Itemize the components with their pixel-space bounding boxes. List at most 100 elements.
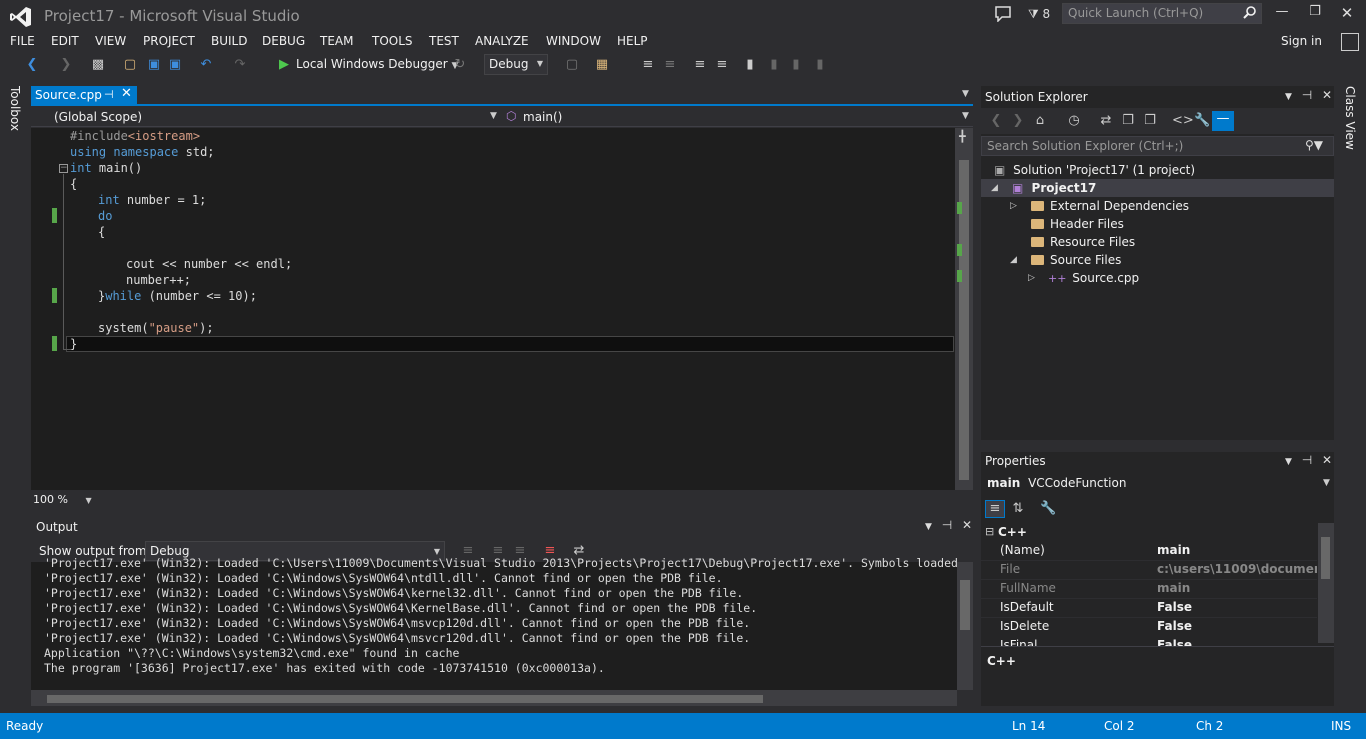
chevron-down-icon[interactable]: ▼: [1323, 478, 1330, 488]
chevron-down-icon[interactable]: ▼: [925, 522, 932, 532]
search-icon[interactable]: [1243, 5, 1257, 19]
prop-value[interactable]: main: [1157, 579, 1317, 598]
close-tab-icon[interactable]: ✕: [121, 86, 132, 101]
bookmark-icon[interactable]: ▮: [742, 57, 758, 73]
view-code-icon[interactable]: <>: [1172, 113, 1194, 129]
scrollbar-thumb[interactable]: [1321, 537, 1330, 579]
clear-bookmarks-icon[interactable]: ▮: [812, 57, 828, 73]
member-dropdown[interactable]: main(): [523, 110, 562, 124]
solution-configuration-select[interactable]: Debug ▼: [484, 54, 548, 75]
scrollbar-thumb[interactable]: [960, 580, 970, 630]
new-project-icon[interactable]: ▩: [90, 57, 106, 73]
chevron-down-icon[interactable]: ▼: [962, 111, 969, 121]
collapsed-arrow-icon[interactable]: ▷: [1028, 273, 1035, 283]
pin-icon[interactable]: ⊣: [1302, 453, 1312, 467]
menu-team[interactable]: TEAM: [320, 34, 353, 48]
chevron-down-icon[interactable]: ▼: [1285, 457, 1292, 467]
search-icon[interactable]: ⚲▼: [1305, 138, 1323, 152]
minimize-button[interactable]: —: [1265, 4, 1299, 26]
collapsed-arrow-icon[interactable]: ▷: [1010, 201, 1017, 211]
solution-explorer-search[interactable]: Search Solution Explorer (Ctrl+;): [981, 136, 1334, 156]
menu-view[interactable]: VIEW: [95, 34, 126, 48]
prop-value[interactable]: False: [1157, 598, 1317, 617]
chevron-down-icon[interactable]: ▼: [1285, 92, 1292, 102]
notification-icon[interactable]: [994, 6, 1012, 22]
navigate-back-icon[interactable]: ❮: [24, 57, 40, 73]
prop-value[interactable]: False: [1157, 617, 1317, 636]
prev-bookmark-icon[interactable]: ▮: [766, 57, 782, 73]
tree-header-files[interactable]: Header Files: [1050, 215, 1124, 233]
back-icon[interactable]: ❮: [988, 113, 1004, 129]
properties-wrench-icon[interactable]: 🔧: [1194, 113, 1210, 129]
menu-file[interactable]: FILE: [10, 34, 35, 48]
preview-selected-icon[interactable]: —: [1212, 111, 1234, 131]
quick-launch-input[interactable]: Quick Launch (Ctrl+Q): [1062, 3, 1262, 24]
tree-source-cpp[interactable]: ++ Source.cpp: [1048, 269, 1139, 287]
show-all-files-icon[interactable]: ❐: [1142, 113, 1158, 129]
undo-icon[interactable]: ↶: [198, 57, 214, 73]
menu-window[interactable]: WINDOW: [546, 34, 601, 48]
menu-project[interactable]: PROJECT: [143, 34, 195, 48]
menu-tools[interactable]: TOOLS: [372, 34, 413, 48]
tree-solution[interactable]: ▣ Solution 'Project17' (1 project): [994, 161, 1195, 179]
close-icon[interactable]: ✕: [962, 518, 972, 532]
solution-explorer-icon[interactable]: ▦: [594, 57, 610, 73]
menu-build[interactable]: BUILD: [211, 34, 247, 48]
next-bookmark-icon[interactable]: ▮: [788, 57, 804, 73]
tree-project[interactable]: ▣ Project17: [1012, 179, 1096, 197]
tree-external-dependencies[interactable]: External Dependencies: [1050, 197, 1189, 215]
expanded-arrow-icon[interactable]: ◢: [1010, 255, 1017, 265]
sync-icon[interactable]: ⇄: [1098, 113, 1114, 129]
property-pages-icon[interactable]: 🔧: [1040, 501, 1056, 517]
restore-button[interactable]: ❐: [1298, 4, 1332, 26]
chevron-down-icon[interactable]: ▼: [962, 89, 969, 99]
close-window-button[interactable]: ✕: [1330, 4, 1364, 26]
editor-horizontal-scrollbar[interactable]: [100, 492, 955, 508]
tree-source-files[interactable]: Source Files: [1050, 251, 1121, 269]
split-window-icon[interactable]: ╋: [959, 130, 966, 143]
prop-value[interactable]: c:\users\11009\documents\v: [1157, 560, 1317, 579]
code-editor[interactable]: [31, 128, 955, 490]
refresh-icon[interactable]: ↻: [452, 57, 468, 73]
home-icon[interactable]: ⌂: [1032, 113, 1048, 129]
sign-in-link[interactable]: Sign in: [1281, 34, 1322, 48]
properties-object-selector[interactable]: main VCCodeFunction: [987, 476, 1126, 490]
pin-icon[interactable]: ⊣: [942, 518, 952, 532]
categorized-icon[interactable]: ≡: [985, 500, 1005, 518]
comment-icon[interactable]: ≡: [640, 57, 656, 73]
scrollbar-thumb[interactable]: [47, 695, 763, 703]
pin-icon[interactable]: ⊣: [104, 88, 114, 101]
alphabetical-icon[interactable]: ⇅: [1010, 501, 1026, 517]
start-debugging-button[interactable]: Local Windows Debugger ▼: [296, 57, 458, 71]
zoom-select[interactable]: 100 % ▼: [33, 493, 93, 507]
menu-debug[interactable]: DEBUG: [262, 34, 305, 48]
save-icon[interactable]: ▣: [146, 57, 162, 73]
account-icon[interactable]: [1341, 33, 1359, 51]
start-debugging-icon[interactable]: ▶: [276, 57, 292, 73]
save-all-icon[interactable]: ▣: [167, 57, 183, 73]
chevron-down-icon[interactable]: ▼: [490, 111, 497, 121]
close-icon[interactable]: ✕: [1322, 453, 1332, 467]
collapse-all-icon[interactable]: ❐: [1120, 113, 1136, 129]
prop-value[interactable]: main: [1157, 541, 1317, 560]
toolbox-tab[interactable]: Toolbox: [8, 86, 22, 131]
redo-icon[interactable]: ↷: [232, 57, 248, 73]
outdent-icon[interactable]: ≡: [714, 57, 730, 73]
indent-icon[interactable]: ≡: [692, 57, 708, 73]
menu-edit[interactable]: EDIT: [51, 34, 79, 48]
scope-dropdown[interactable]: (Global Scope): [54, 110, 142, 124]
open-file-icon[interactable]: ▢: [122, 57, 138, 73]
expanded-arrow-icon[interactable]: ◢: [991, 183, 998, 193]
menu-test[interactable]: TEST: [429, 34, 459, 48]
close-icon[interactable]: ✕: [1322, 88, 1332, 102]
collapse-toggle-icon[interactable]: −: [59, 164, 68, 173]
menu-help[interactable]: HELP: [617, 34, 648, 48]
feedback-filter[interactable]: ⧩ 8: [1028, 7, 1050, 22]
forward-icon[interactable]: ❯: [1010, 113, 1026, 129]
uncomment-icon[interactable]: ≡: [662, 57, 678, 73]
class-view-tab[interactable]: Class View: [1343, 86, 1357, 150]
menu-analyze[interactable]: ANALYZE: [475, 34, 529, 48]
pending-changes-icon[interactable]: ◷: [1066, 113, 1082, 129]
find-in-files-icon[interactable]: ▢: [564, 57, 580, 73]
pin-icon[interactable]: ⊣: [1302, 88, 1312, 102]
